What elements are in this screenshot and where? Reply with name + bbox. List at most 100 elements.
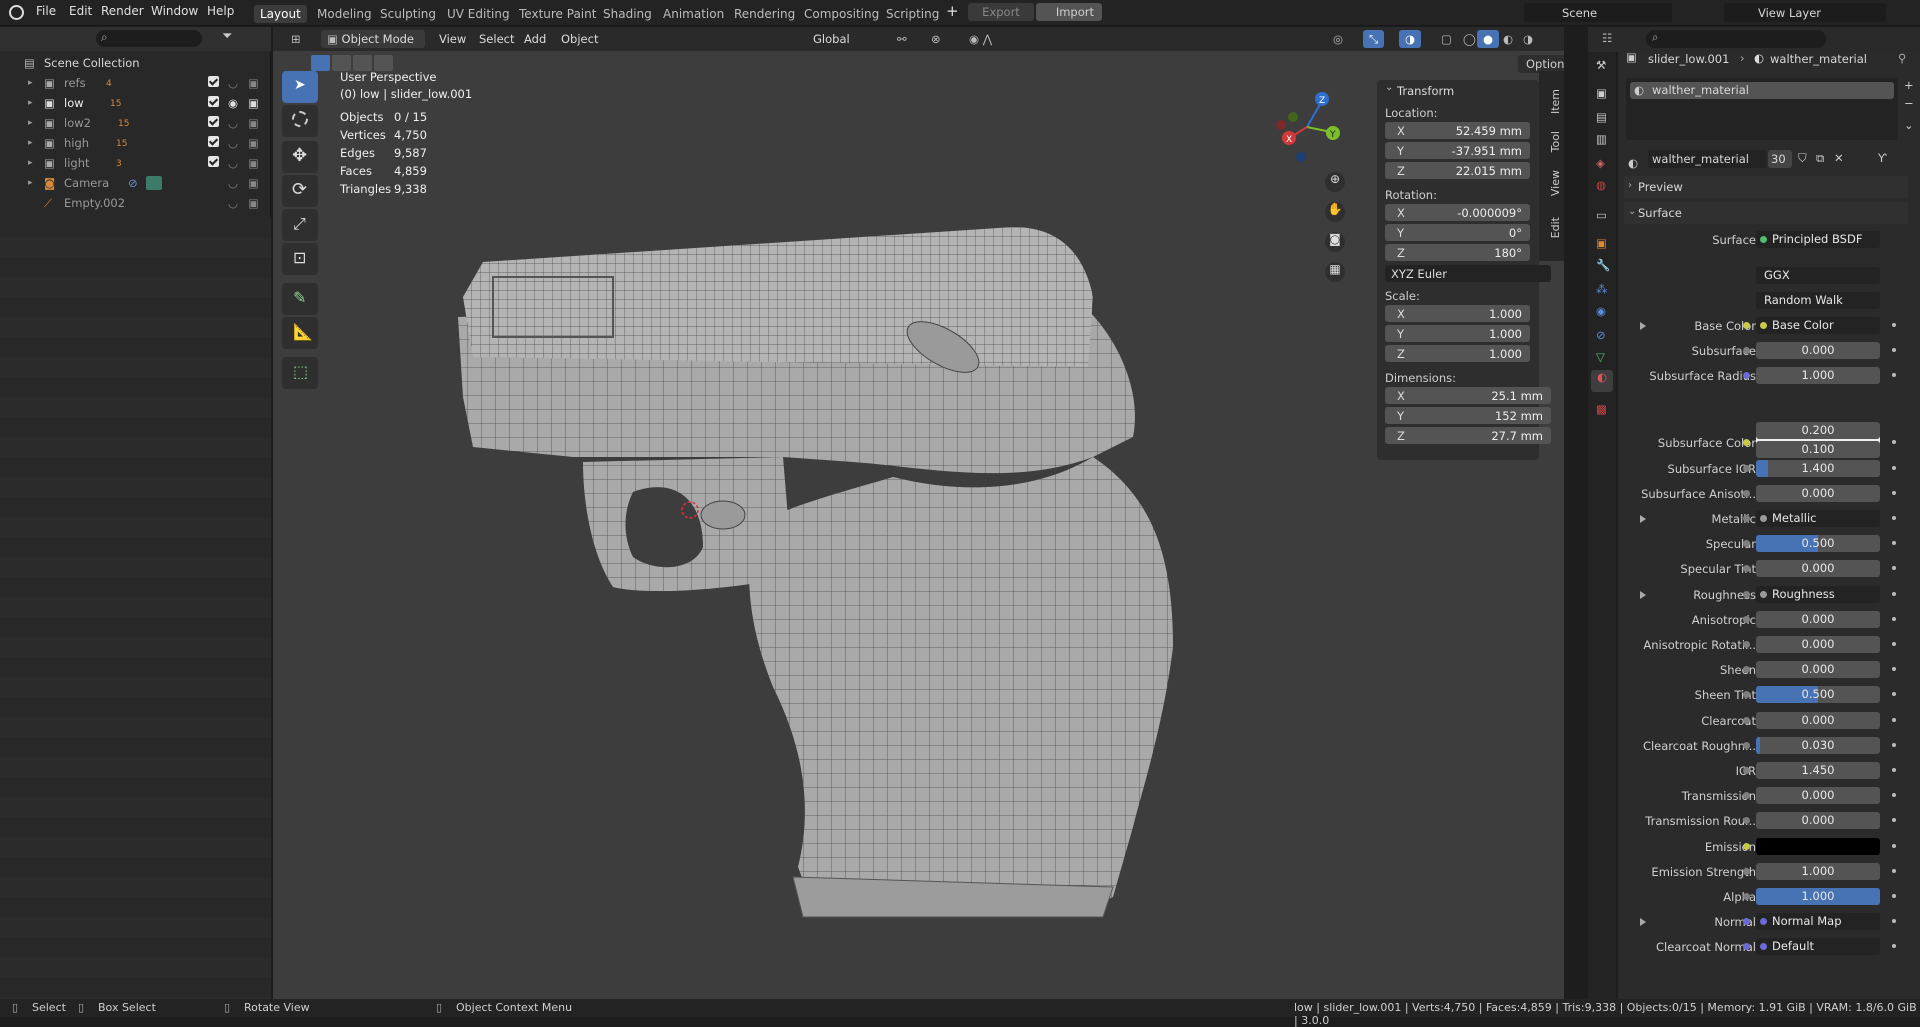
tab-edit[interactable]: Edit xyxy=(1549,217,1563,238)
keyframe-icon[interactable] xyxy=(1892,616,1896,621)
keyframe-icon[interactable] xyxy=(1892,440,1896,445)
orientation-selector[interactable]: Global xyxy=(807,30,881,48)
socket-icon[interactable] xyxy=(1743,867,1750,875)
select-box-tool[interactable]: ➤ xyxy=(282,71,318,103)
scale-x-field[interactable]: X 1.000 xyxy=(1385,305,1530,322)
keyframe-icon[interactable] xyxy=(1892,742,1896,747)
material-name-field[interactable]: walther_material xyxy=(1648,150,1766,168)
emission-strength-field[interactable]: 1.000 xyxy=(1756,862,1880,880)
xray-icon[interactable]: ▢ xyxy=(1435,30,1458,48)
proportional-icon[interactable]: ◉ ⋀ xyxy=(963,30,998,48)
gizmo-toggle-icon[interactable]: ⤡ xyxy=(1363,30,1385,48)
exclude-checkbox[interactable] xyxy=(208,136,219,147)
keyframe-icon[interactable] xyxy=(1892,692,1896,697)
dimensions-y-field[interactable]: Y 152 mm xyxy=(1385,407,1551,424)
output-tab-icon[interactable]: ▤ xyxy=(1596,110,1607,124)
menu-view[interactable]: View xyxy=(433,30,472,48)
menu-render[interactable]: Render xyxy=(101,4,144,18)
scale-y-field[interactable]: Y 1.000 xyxy=(1385,325,1530,342)
add-cube-tool[interactable]: ⬚ xyxy=(282,357,318,389)
cursor-tool[interactable] xyxy=(282,105,318,137)
outliner-item-light[interactable]: ▸ ▣ light 3 ◡ ▣ xyxy=(0,154,271,173)
anisotropic-rotati-field[interactable]: 0.000 xyxy=(1756,636,1880,653)
exclude-checkbox[interactable] xyxy=(208,156,219,167)
expand-icon[interactable] xyxy=(1640,322,1646,330)
grid-projection-icon[interactable]: ▦ xyxy=(1325,262,1345,282)
visibility-icon[interactable]: ◎ xyxy=(1327,30,1349,48)
scene-tab-icon[interactable]: ◈ xyxy=(1596,156,1605,170)
clearcoat-roughn-field[interactable]: 0.030 xyxy=(1756,736,1880,754)
render-icon[interactable]: ▣ xyxy=(248,116,259,130)
sheen-tint-field[interactable]: 0.500 xyxy=(1756,686,1880,704)
editor-type-icon[interactable]: ⊞ xyxy=(285,30,307,48)
texture-tab-icon[interactable]: ▩ xyxy=(1596,402,1607,416)
select-extend-icon[interactable] xyxy=(332,55,351,71)
surface-section-header[interactable]: ⌄ Surface xyxy=(1624,202,1908,224)
pivot-icon[interactable]: ⚯ xyxy=(891,30,913,48)
base-color-field[interactable]: Base Color xyxy=(1756,317,1880,334)
duplicate-icon[interactable]: ⧉ xyxy=(1816,151,1824,166)
object-tab-icon[interactable]: ▣ xyxy=(1596,236,1607,250)
tab-scripting[interactable]: Scripting xyxy=(880,5,945,23)
constraints-tab-icon[interactable]: ⊘ xyxy=(1596,328,1606,342)
surface-shader-field[interactable]: Principled BSDF xyxy=(1756,231,1880,248)
snap-icon[interactable]: ⊗ xyxy=(925,30,947,48)
material-tab-icon[interactable]: ◐ xyxy=(1591,370,1613,392)
keyframe-icon[interactable] xyxy=(1892,642,1896,646)
location-z-field[interactable]: Z 22.015 mm xyxy=(1385,162,1530,179)
outliner-item-refs[interactable]: ▸ ▣ refs 4 ◡ ▣ xyxy=(0,74,271,93)
subsurface-method-dropdown[interactable]: Random Walk xyxy=(1756,292,1880,309)
select-new-icon[interactable] xyxy=(311,55,330,71)
tab-view[interactable]: View xyxy=(1549,170,1563,196)
socket-icon[interactable] xyxy=(1743,515,1750,522)
subsurface-ior-field[interactable]: 1.400 xyxy=(1756,459,1880,477)
clearcoat-normal-field[interactable]: Default xyxy=(1756,938,1880,956)
socket-icon[interactable] xyxy=(1743,842,1750,850)
gizmo-neg-y[interactable] xyxy=(1288,112,1298,122)
node-tree-icon[interactable]: Ƴ xyxy=(1878,151,1887,165)
outliner-item-empty[interactable]: ⟋ Empty.002 ◡ ▣ xyxy=(0,194,271,213)
keyframe-icon[interactable] xyxy=(1892,373,1896,378)
blender-logo-icon[interactable] xyxy=(9,5,24,20)
properties-search-input[interactable]: ⌕ xyxy=(1646,30,1826,48)
rotation-mode-dropdown[interactable]: XYZ Euler xyxy=(1385,265,1551,282)
keyframe-icon[interactable] xyxy=(1892,944,1896,949)
tool-tab-icon[interactable]: ⚒ xyxy=(1596,58,1606,72)
physics-tab-icon[interactable]: ◉ xyxy=(1596,304,1606,318)
material-slot-item[interactable]: ◐ walther_material xyxy=(1630,82,1894,99)
emission-field[interactable] xyxy=(1756,837,1880,855)
subsurface-radius-field[interactable]: 1.000 xyxy=(1756,367,1880,385)
camera-view-icon[interactable]: ◙ xyxy=(1325,232,1345,252)
gizmo-neg-z[interactable] xyxy=(1296,152,1306,162)
keyframe-icon[interactable] xyxy=(1892,868,1896,873)
menu-add[interactable]: Add xyxy=(518,30,552,48)
rotation-x-field[interactable]: X -0.000009° xyxy=(1385,204,1530,221)
tab-animation[interactable]: Animation xyxy=(657,5,730,23)
move-tool[interactable]: ✥ xyxy=(282,141,318,173)
location-x-field[interactable]: X 52.459 mm xyxy=(1385,122,1530,139)
socket-icon[interactable] xyxy=(1743,767,1750,774)
fake-user-icon[interactable]: ⛉ xyxy=(1798,151,1807,166)
socket-icon[interactable] xyxy=(1743,322,1750,329)
camera-render-icon[interactable]: ▣ xyxy=(248,96,259,110)
expand-icon[interactable] xyxy=(1640,515,1646,523)
menu-window[interactable]: Window xyxy=(151,4,198,18)
scene-selector[interactable]: Scene xyxy=(1524,3,1672,22)
outliner-search-input[interactable]: ⌕ xyxy=(96,30,202,47)
keyframe-icon[interactable] xyxy=(1892,793,1896,798)
collapse-icon[interactable]: ⌄ xyxy=(1385,82,1393,93)
tab-compositing[interactable]: Compositing xyxy=(798,5,885,23)
render-icon[interactable]: ▣ xyxy=(248,136,259,150)
overlay-toggle-icon[interactable]: ◑ xyxy=(1399,30,1422,48)
keyframe-icon[interactable] xyxy=(1892,465,1896,470)
sheen-field[interactable]: 0.000 xyxy=(1756,661,1880,679)
mode-selector[interactable]: ▣ Object Mode xyxy=(321,30,425,48)
outliner-item-camera[interactable]: ▸ ◙ Camera ⊘ ◡ ▣ xyxy=(0,174,271,193)
keyframe-icon[interactable] xyxy=(1892,323,1896,327)
keyframe-icon[interactable] xyxy=(1892,843,1896,848)
eye-icon[interactable]: ◉ xyxy=(228,96,238,110)
tab-tool[interactable]: Tool xyxy=(1549,131,1563,152)
hide-icon[interactable]: ◡ xyxy=(228,176,238,190)
rendered-shading-icon[interactable]: ◑ xyxy=(1517,30,1539,48)
keyframe-icon[interactable] xyxy=(1892,516,1896,520)
